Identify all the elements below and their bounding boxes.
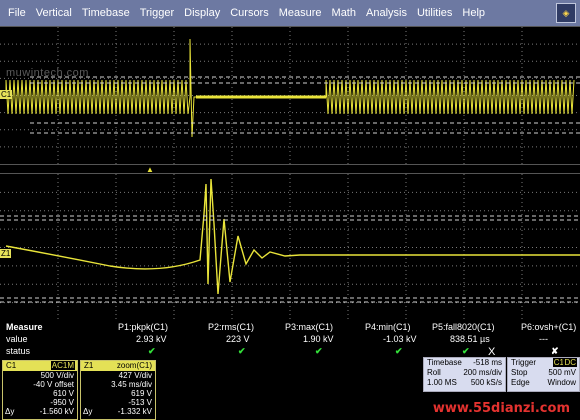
z1-line-value: -1.332 kV xyxy=(117,407,152,416)
measure-status-icon: ✔ xyxy=(148,346,156,356)
measure-status-icon: ✔ xyxy=(462,346,470,356)
site-watermark: www.55dianzi.com xyxy=(432,401,570,416)
menu-vertical[interactable]: Vertical xyxy=(31,0,77,26)
status-row-label: status xyxy=(6,346,31,356)
c1-coupling: AC1M xyxy=(50,361,75,370)
c1-trace-label[interactable]: C1 xyxy=(0,90,13,99)
measure-param-value: 223 V xyxy=(226,334,250,344)
menu-utilities[interactable]: Utilities xyxy=(412,0,457,26)
measure-param-name[interactable]: P6:ovsh+(C1) xyxy=(521,321,576,333)
measure-param-value: --- xyxy=(539,334,548,344)
trigger-window: Window xyxy=(547,378,576,387)
c1-name: C1 xyxy=(6,361,17,370)
menu-cursors[interactable]: Cursors xyxy=(225,0,274,26)
overview-waveform xyxy=(0,27,580,164)
c1-line-value: 610 V xyxy=(53,389,74,398)
z1-line-value: 619 V xyxy=(131,389,152,398)
c1-channel-descriptor[interactable]: C1 AC1M 500 V/div -40 V offset 610 V -950 V… xyxy=(2,360,78,420)
c1-line-value: -1.560 kV xyxy=(39,407,74,416)
menu-display[interactable]: Display xyxy=(179,0,225,26)
watermark: muwintech.com xyxy=(6,67,89,79)
timebase-position: -518 ms xyxy=(473,358,502,367)
timebase-sample-rate: 500 kS/s xyxy=(470,378,502,387)
z1-line-value: 3.45 ms/div xyxy=(111,380,152,389)
measure-param-value: 2.93 kV xyxy=(136,334,167,344)
trigger-descriptor[interactable]: Trigger C1 DC Stop 500 mV Edge Window xyxy=(507,357,580,392)
menu-help[interactable]: Help xyxy=(457,0,490,26)
c1-line-label: Δy xyxy=(5,407,15,416)
timebase-mode: Roll xyxy=(427,368,441,377)
measure-status-icon: ✔ xyxy=(315,346,323,356)
zoom-trace xyxy=(5,178,580,295)
measure-param-name[interactable]: P4:min(C1) xyxy=(365,321,411,333)
c1-line-value: -950 V xyxy=(50,398,74,407)
trigger-type: Edge xyxy=(511,378,530,387)
overview-trace-panel[interactable]: muwintech.com C1 xyxy=(0,26,580,165)
menu-analysis[interactable]: Analysis xyxy=(361,0,412,26)
trigger-coupling: DC xyxy=(563,358,577,367)
measure-status-icon: ✘ xyxy=(551,346,559,356)
z1-name: Z1 xyxy=(84,361,94,370)
zoom-waveform xyxy=(0,174,580,321)
z1-channel-descriptor[interactable]: Z1 zoom(C1) 427 V/div 3.45 ms/div 619 V -51… xyxy=(80,360,156,420)
measure-param-name[interactable]: P5:fall8020(C1) xyxy=(432,321,495,333)
measure-param-name[interactable]: P1:pkpk(C1) xyxy=(118,321,168,333)
menu-measure[interactable]: Measure xyxy=(274,0,327,26)
timebase-label: Timebase xyxy=(427,358,462,367)
z1-line-value: -513 V xyxy=(128,398,152,407)
menu-file[interactable]: File xyxy=(0,0,31,26)
z1-line-label: Δy xyxy=(83,407,93,416)
value-row-label: value xyxy=(6,334,28,344)
measure-status-icon: ✔ xyxy=(395,346,403,356)
c1-line-value: -40 V offset xyxy=(33,380,74,389)
measure-param-name[interactable]: P2:rms(C1) xyxy=(208,321,254,333)
measure-param-value: 1.90 kV xyxy=(303,334,334,344)
timebase-descriptor[interactable]: Timebase -518 ms Roll 200 ms/div 1.00 MS 50… xyxy=(423,357,506,392)
trigger-label: Trigger xyxy=(511,358,537,367)
zoom-trace-panel[interactable]: Z1 xyxy=(0,173,580,322)
menu-bar: File Vertical Timebase Trigger Display Cursor… xyxy=(0,0,580,27)
trigger-mode: Stop xyxy=(511,368,528,377)
timebase-scale: 200 ms/div xyxy=(463,368,502,377)
measure-param-name[interactable]: P3:max(C1) xyxy=(285,321,333,333)
c1-line-value: 500 V/div xyxy=(40,371,74,380)
z1-mode: zoom(C1) xyxy=(116,361,152,370)
menu-trigger[interactable]: Trigger xyxy=(135,0,179,26)
z1-line-value: 427 V/div xyxy=(118,371,152,380)
trigger-level: 500 mV xyxy=(548,368,576,377)
menu-math[interactable]: Math xyxy=(327,0,361,26)
measure-param-value: 838.51 µs xyxy=(450,334,490,344)
z1-trace-label[interactable]: Z1 xyxy=(0,249,12,258)
measure-param-value: -1.03 kV xyxy=(383,334,417,344)
menu-timebase[interactable]: Timebase xyxy=(77,0,135,26)
measure-status-icon: ✔ xyxy=(238,346,246,356)
logo-icon: ◈ xyxy=(556,3,576,23)
measure-title: Measure xyxy=(6,322,43,332)
timebase-samples: 1.00 MS xyxy=(427,378,457,387)
